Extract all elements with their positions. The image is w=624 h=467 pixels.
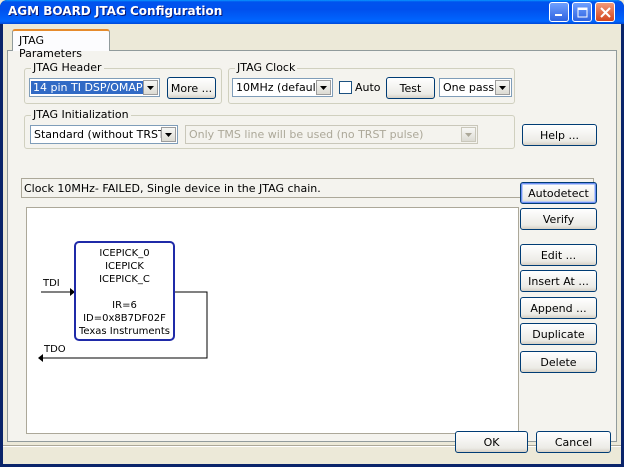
device-label[interactable]: ICEPICK_0 ICEPICK ICEPICK_C IR=6 ID=0x8B… bbox=[75, 247, 174, 338]
test-button[interactable]: Test bbox=[386, 77, 435, 99]
jtag-init-value: Standard (without TRST) bbox=[34, 128, 170, 141]
trst-note-value: Only TMS line will be used (no TRST puls… bbox=[189, 128, 424, 141]
chevron-down-icon bbox=[461, 127, 476, 142]
chevron-down-icon bbox=[143, 80, 158, 95]
chevron-down-icon bbox=[495, 80, 510, 95]
tab-jtag-parameters[interactable]: JTAG Parameters bbox=[12, 29, 110, 60]
maximize-icon bbox=[577, 7, 587, 17]
jtag-init-select[interactable]: Standard (without TRST) bbox=[30, 125, 178, 144]
jtag-header-label: JTAG Header bbox=[31, 61, 104, 74]
auto-checkbox[interactable] bbox=[339, 81, 352, 94]
append-button[interactable]: Append ... bbox=[520, 297, 597, 319]
close-button[interactable] bbox=[595, 2, 615, 22]
help-button[interactable]: Help ... bbox=[522, 124, 597, 146]
status-message: Clock 10MHz- FAILED, Single device in th… bbox=[21, 178, 594, 198]
more-button[interactable]: More ... bbox=[167, 77, 216, 99]
device-id: ID=0x8B7DF02F bbox=[83, 313, 166, 324]
device-variant: ICEPICK_C bbox=[99, 274, 150, 285]
jtag-init-label: JTAG Initialization bbox=[31, 108, 131, 121]
minimize-icon bbox=[555, 14, 562, 16]
dialog-window: AGM BOARD JTAG Configuration JTAG Parame… bbox=[0, 0, 624, 467]
jtag-header-value: 14 pin TI DSP/OMAP bbox=[31, 81, 145, 94]
minimize-button[interactable] bbox=[549, 2, 569, 22]
chevron-down-icon bbox=[316, 80, 331, 95]
device-name: ICEPICK_0 bbox=[99, 248, 150, 259]
chevron-down-icon bbox=[161, 127, 176, 142]
trst-note-select: Only TMS line will be used (no TRST puls… bbox=[185, 125, 478, 144]
device-vendor: Texas Instruments bbox=[78, 326, 171, 337]
tdo-arrow-icon bbox=[38, 354, 43, 362]
footer-divider bbox=[3, 445, 621, 447]
jtag-clock-select[interactable]: 10MHz (default) bbox=[232, 78, 333, 97]
jtag-clock-value: 10MHz (default) bbox=[236, 81, 325, 94]
close-icon bbox=[599, 6, 611, 18]
edit-button[interactable]: Edit ... bbox=[520, 244, 597, 266]
clock-mode-select[interactable]: One pass bbox=[439, 78, 512, 97]
jtag-clock-label: JTAG Clock bbox=[235, 61, 298, 74]
verify-button[interactable]: Verify bbox=[520, 208, 597, 230]
dialog-client: JTAG Parameters JTAG Header 14 pin TI DS… bbox=[3, 24, 621, 464]
title-bar[interactable]: AGM BOARD JTAG Configuration bbox=[0, 0, 624, 24]
jtag-header-select[interactable]: 14 pin TI DSP/OMAP bbox=[29, 78, 160, 97]
cancel-button[interactable]: Cancel bbox=[536, 431, 611, 453]
insert-at-button[interactable]: Insert At ... bbox=[520, 270, 597, 292]
window-title: AGM BOARD JTAG Configuration bbox=[8, 4, 223, 18]
jtag-chain-canvas: TDI TDO ICEPICK_0 ICEPICK ICEPICK_C IR=6… bbox=[26, 207, 519, 434]
auto-label: Auto bbox=[355, 81, 381, 94]
device-type: ICEPICK bbox=[105, 261, 144, 272]
device-ir: IR=6 bbox=[112, 300, 137, 311]
ok-button[interactable]: OK bbox=[455, 431, 528, 453]
tdo-label: TDO bbox=[44, 344, 66, 355]
autodetect-button[interactable]: Autodetect bbox=[520, 182, 597, 204]
duplicate-button[interactable]: Duplicate bbox=[520, 323, 597, 345]
device-spacer bbox=[75, 286, 174, 299]
clock-mode-value: One pass bbox=[443, 81, 495, 94]
maximize-button[interactable] bbox=[572, 2, 592, 22]
delete-button[interactable]: Delete bbox=[520, 351, 597, 373]
tdi-label: TDI bbox=[43, 278, 60, 289]
